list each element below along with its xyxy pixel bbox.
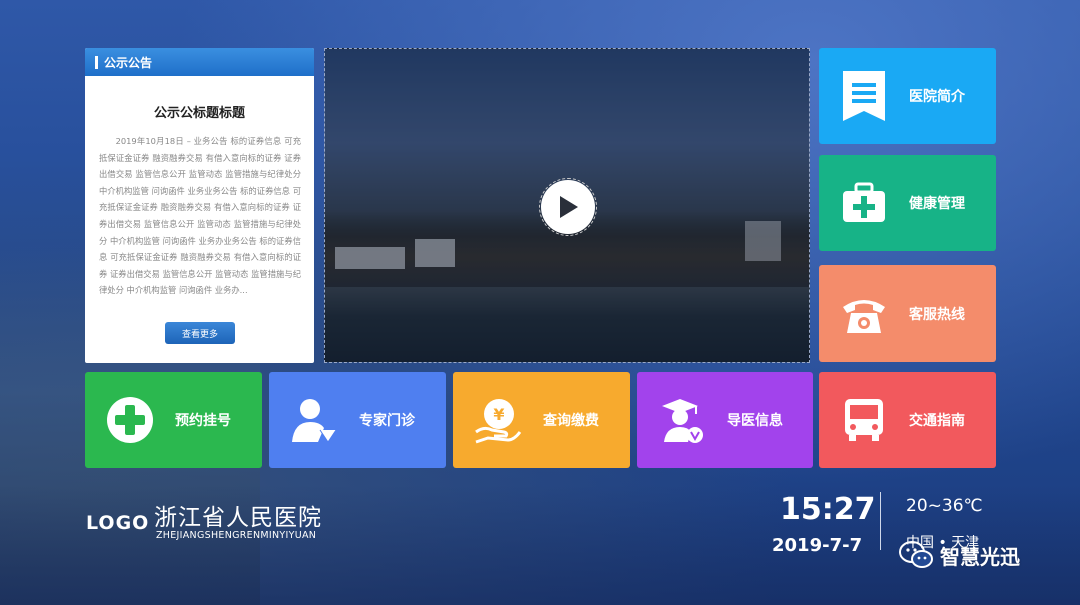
tile-traffic-guide[interactable]: 交通指南 [819, 372, 996, 468]
medical-cross-icon [85, 396, 175, 444]
watermark-text: 智慧光迅 [940, 544, 1020, 569]
tile-expert-clinic-label: 专家门诊 [359, 413, 415, 429]
wechat-icon [899, 541, 933, 568]
tile-appointment-registration-label: 预约挂号 [175, 413, 231, 429]
tile-appointment-registration[interactable]: 预约挂号 [85, 372, 262, 468]
play-icon [560, 196, 578, 218]
play-button[interactable] [539, 178, 597, 236]
hospital-name: 浙江省人民医院 [154, 505, 322, 531]
hospital-pinyin: ZHEJIANGSHENGRENMINYIYUAN [156, 530, 317, 541]
yuan-payment-icon: ¥ [453, 396, 543, 444]
svg-text:¥: ¥ [493, 405, 504, 424]
watermark: 智慧光迅 [898, 540, 1020, 570]
tile-query-payment-label: 查询缴费 [543, 413, 599, 429]
tile-service-hotline[interactable]: 客服热线 [819, 265, 996, 362]
tile-health-management[interactable]: 健康管理 [819, 155, 996, 251]
notice-body: 2019年10月18日 – 业务公告 标的证券信息 可充抵保证金证券 融资融券交… [99, 136, 301, 296]
tile-traffic-guide-label: 交通指南 [909, 413, 965, 429]
clock-date: 2019-7-7 [772, 535, 863, 556]
tile-medical-guide-label: 导医信息 [727, 413, 783, 429]
graduate-guide-icon [637, 396, 727, 444]
notice-header: 公示公告 [85, 48, 314, 76]
clock-time: 15:27 [780, 492, 876, 527]
tile-expert-clinic[interactable]: 专家门诊 [269, 372, 446, 468]
expert-doctor-icon [269, 396, 359, 444]
notice-header-label: 公示公告 [104, 55, 153, 70]
tile-service-hotline-label: 客服热线 [909, 306, 965, 323]
tile-medical-guide[interactable]: 导医信息 [637, 372, 813, 468]
tile-health-management-label: 健康管理 [909, 196, 965, 212]
tile-query-payment[interactable]: ¥ 查询缴费 [453, 372, 630, 468]
tile-hospital-intro-label: 医院简介 [909, 89, 965, 105]
notice-title[interactable]: 公示公标题标题 [85, 102, 314, 121]
notice-header-bar [95, 55, 98, 69]
telephone-icon [819, 293, 909, 335]
footer-divider [880, 492, 881, 550]
bookmark-list-icon [819, 69, 909, 123]
logo: LOGO [86, 512, 150, 534]
view-more-button[interactable]: 查看更多 [165, 322, 235, 344]
medical-kit-icon [819, 182, 909, 224]
bus-icon [819, 397, 909, 443]
video-player[interactable] [324, 48, 810, 363]
tile-hospital-intro[interactable]: 医院简介 [819, 48, 996, 144]
weather-temperature: 20~36℃ [906, 496, 983, 516]
notice-panel: 公示公告 公示公标题标题 2019年10月18日 – 业务公告 标的证券信息 可… [85, 48, 314, 363]
